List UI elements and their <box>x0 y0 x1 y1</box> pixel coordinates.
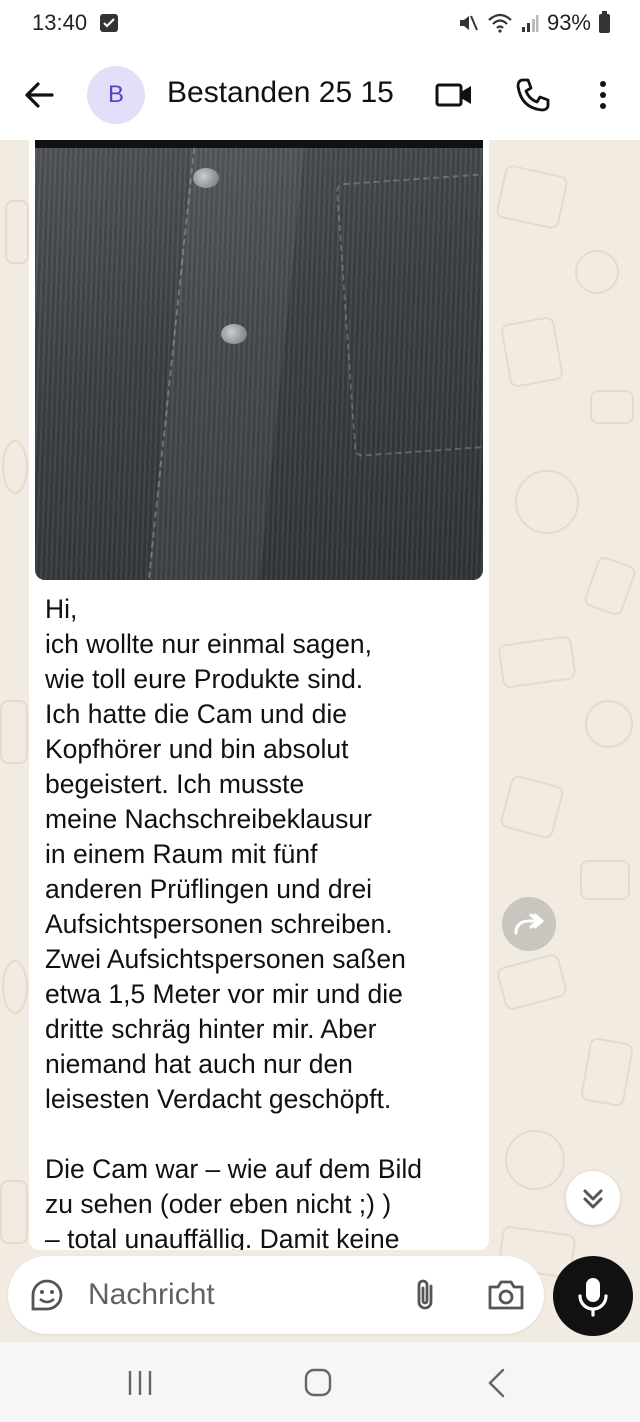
status-bar: 13:40 93% <box>0 0 640 50</box>
signal-icon <box>521 15 539 32</box>
chat-title[interactable]: Bestanden 25 15 <box>167 76 394 110</box>
camera-icon[interactable] <box>486 1276 526 1314</box>
back-nav-icon[interactable] <box>478 1366 518 1400</box>
more-vert-icon[interactable] <box>583 75 623 115</box>
sticker-icon[interactable] <box>28 1276 66 1314</box>
battery-icon <box>599 10 610 33</box>
message-input[interactable]: Nachricht <box>88 1278 215 1312</box>
forward-icon <box>514 913 544 935</box>
status-icons: 93% <box>457 10 610 36</box>
mute-icon <box>459 15 478 31</box>
battery-percent: 93% <box>546 10 591 35</box>
status-time: 13:40 <box>32 10 88 35</box>
forward-button[interactable] <box>502 897 556 951</box>
phone-icon[interactable] <box>513 75 553 115</box>
recent-apps-icon[interactable] <box>120 1366 160 1400</box>
chevrons-down-icon <box>583 1189 603 1209</box>
notification-check-icon <box>100 14 118 32</box>
scroll-to-bottom-button[interactable] <box>566 1171 620 1225</box>
arrow-left-icon[interactable] <box>20 75 60 115</box>
avatar[interactable]: B <box>87 66 145 124</box>
message-composer[interactable]: Nachricht <box>8 1256 544 1334</box>
message-text: Hi, ich wollte nur einmal sagen, wie tol… <box>45 594 423 1250</box>
message-photo[interactable] <box>35 140 483 580</box>
home-icon[interactable] <box>298 1366 338 1400</box>
chat-header: B Bestanden 25 15 <box>0 50 640 140</box>
system-nav-bar <box>0 1342 640 1422</box>
paperclip-icon[interactable] <box>406 1276 444 1314</box>
video-call-icon[interactable] <box>434 75 474 115</box>
wifi-icon <box>488 13 512 33</box>
voice-message-button[interactable] <box>553 1256 633 1336</box>
mic-icon <box>578 1278 608 1317</box>
message-bubble[interactable]: Hi, ich wollte nur einmal sagen, wie tol… <box>29 140 489 1250</box>
